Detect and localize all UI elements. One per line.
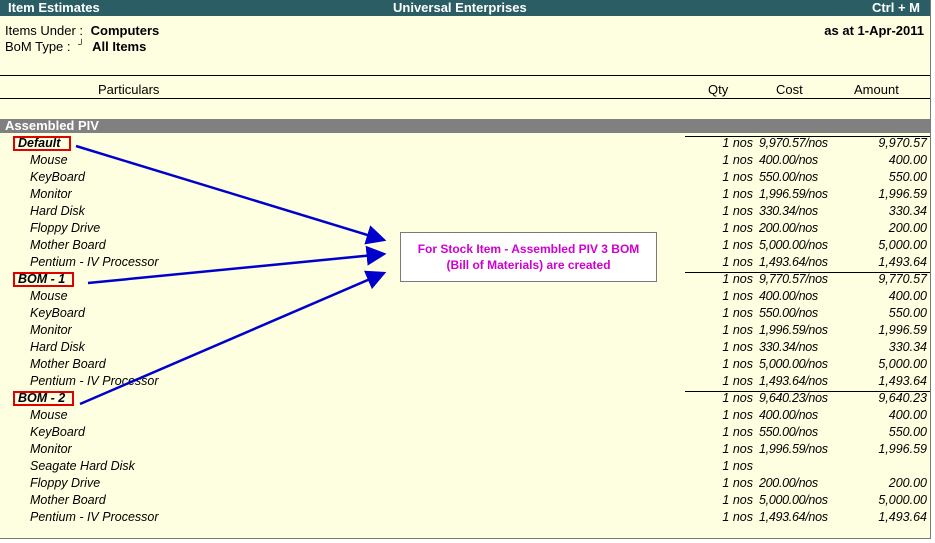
arrow-bom-1 <box>87 245 387 285</box>
item-estimates-window: Item Estimates Universal Enterprises Ctr… <box>0 0 931 539</box>
arrow-default <box>75 144 387 245</box>
annotation-arrows <box>75 144 387 406</box>
arrow-bom-2 <box>79 270 387 406</box>
